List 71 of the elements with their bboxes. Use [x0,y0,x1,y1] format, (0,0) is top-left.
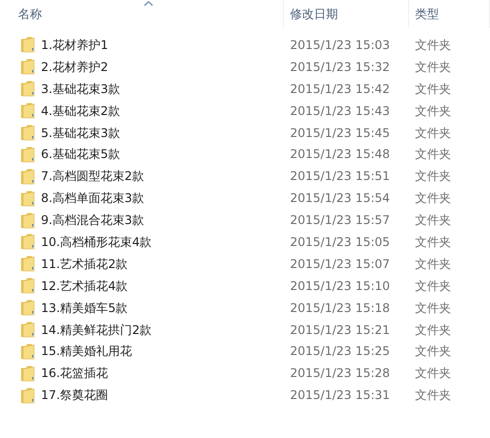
file-name[interactable]: 15.精美婚礼用花 [41,344,132,358]
modified-date: 2015/1/23 15:28 [290,366,390,380]
file-name[interactable]: 7.高档圆型花束2款 [41,169,144,184]
modified-date: 2015/1/23 15:07 [290,256,390,271]
file-name[interactable]: 6.基础花束5款 [41,147,120,162]
modified-date: 2015/1/23 15:18 [290,300,390,315]
file-name[interactable]: 17.祭奠花圈 [41,388,108,402]
modified-date: 2015/1/23 15:31 [290,388,390,402]
folder-icon [20,36,36,54]
modified-date: 2015/1/23 15:10 [290,278,390,293]
modified-date: 2015/1/23 15:57 [290,213,390,228]
file-name[interactable]: 16.花篮插花 [41,366,108,380]
file-name[interactable]: 2.花材养护2 [41,60,108,74]
file-name[interactable]: 14.精美鲜花拱门2款 [41,322,152,337]
modified-date: 2015/1/23 15:25 [290,344,390,358]
file-name[interactable]: 13.精美婚车5款 [41,300,128,315]
modified-date: 2015/1/23 15:21 [290,322,390,337]
file-type: 文件夹 [415,191,451,206]
modified-date: 2015/1/23 15:42 [290,82,390,96]
file-name[interactable]: 4.基础花束2款 [41,104,120,118]
folder-icon [20,124,36,141]
modified-date: 2015/1/23 15:05 [290,234,390,249]
modified-date: 2015/1/23 15:45 [290,126,390,140]
folder-icon [20,80,36,98]
file-type: 文件夹 [415,38,451,52]
folder-icon [20,168,36,185]
modified-date: 2015/1/23 15:03 [290,38,390,52]
folder-icon [20,58,36,76]
folder-icon [20,342,36,360]
file-name[interactable]: 3.基础花束3款 [41,82,120,96]
modified-date: 2015/1/23 15:48 [290,147,390,162]
file-name[interactable]: 10.高档桶形花束4款 [41,234,152,249]
column-header[interactable]: 名称 [18,6,42,22]
folder-icon [20,146,36,163]
folder-icon [20,212,36,229]
folder-icon [20,102,36,120]
file-type: 文件夹 [415,322,451,337]
file-type: 文件夹 [415,234,451,249]
file-type: 文件夹 [415,388,451,402]
column-header[interactable]: 修改日期 [290,6,338,22]
file-type: 文件夹 [415,169,451,184]
file-type: 文件夹 [415,104,451,118]
file-name[interactable]: 9.高档混合花束3款 [41,213,144,228]
folder-icon [20,190,36,207]
folder-icon [20,321,36,338]
file-type: 文件夹 [415,147,451,162]
folder-icon [20,277,36,294]
column-header[interactable]: 类型 [415,6,439,22]
folder-icon [20,233,36,250]
file-name[interactable]: 1.花材养护1 [41,38,108,52]
file-name[interactable]: 8.高档单面花束3款 [41,191,144,206]
file-type: 文件夹 [415,126,451,140]
modified-date: 2015/1/23 15:51 [290,169,390,184]
file-type: 文件夹 [415,344,451,358]
file-name[interactable]: 5.基础花束3款 [41,126,120,140]
file-type: 文件夹 [415,366,451,380]
file-type: 文件夹 [415,82,451,96]
file-type: 文件夹 [415,256,451,271]
file-name[interactable]: 11.艺术插花2款 [41,256,128,271]
modified-date: 2015/1/23 15:54 [290,191,390,206]
file-type: 文件夹 [415,300,451,315]
folder-icon [20,255,36,272]
file-type: 文件夹 [415,213,451,228]
file-name[interactable]: 12.艺术插花4款 [41,278,128,293]
file-type: 文件夹 [415,60,451,74]
folder-icon [20,364,36,382]
file-type: 文件夹 [415,278,451,293]
folder-icon [20,386,36,404]
modified-date: 2015/1/23 15:32 [290,60,390,74]
folder-icon [20,299,36,316]
modified-date: 2015/1/23 15:43 [290,104,390,118]
